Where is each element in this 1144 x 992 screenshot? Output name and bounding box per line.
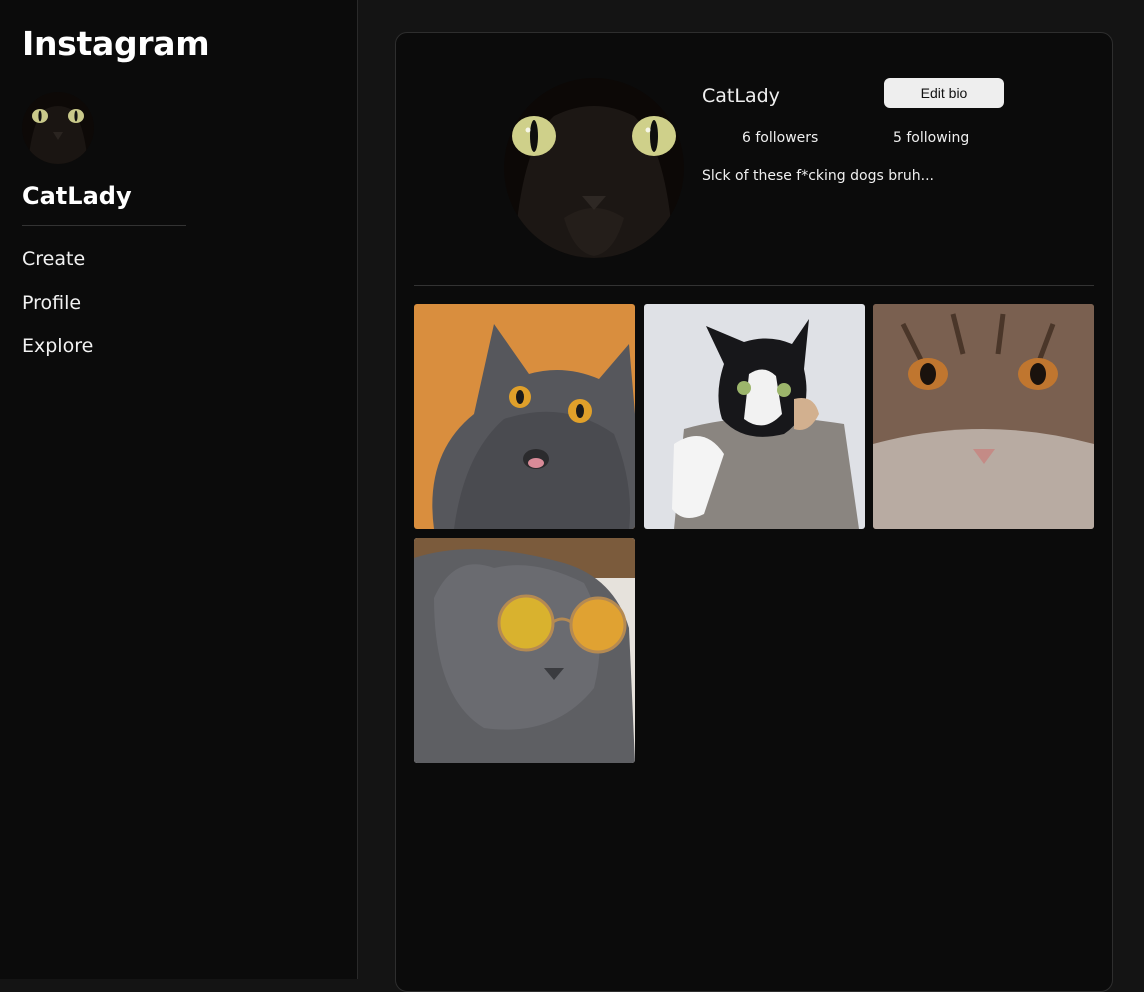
- profile-divider: [414, 285, 1094, 286]
- post-thumbnail[interactable]: [414, 538, 635, 763]
- post-thumbnail[interactable]: [644, 304, 865, 529]
- grey-cat-photo: [414, 304, 635, 529]
- profile-bio: Slck of these f*cking dogs bruh...: [702, 168, 934, 184]
- profile-username: CatLady: [702, 85, 780, 107]
- nav-create[interactable]: Create: [22, 244, 93, 274]
- profile-card: CatLady Edit bio 6 followers 5 following…: [395, 32, 1113, 992]
- post-thumbnail[interactable]: [873, 304, 1094, 529]
- sidebar-username: CatLady: [22, 182, 132, 210]
- black-white-cat-photo: [644, 304, 865, 529]
- nav-explore[interactable]: Explore: [22, 331, 93, 361]
- post-thumbnail[interactable]: [414, 304, 635, 529]
- following-count[interactable]: 5 following: [893, 129, 969, 147]
- black-cat-avatar-image: [504, 78, 684, 258]
- edit-bio-button[interactable]: Edit bio: [884, 78, 1004, 108]
- sidebar-nav: Create Profile Explore: [22, 244, 93, 375]
- cat-with-sunglasses-photo: [414, 538, 635, 763]
- sidebar: Instagram CatLady Create Profile Explore: [0, 0, 358, 979]
- sidebar-divider: [22, 225, 186, 226]
- followers-count[interactable]: 6 followers: [742, 129, 818, 147]
- nav-profile[interactable]: Profile: [22, 288, 93, 318]
- profile-avatar[interactable]: [504, 78, 684, 258]
- tabby-cat-photo: [873, 304, 1094, 529]
- black-cat-avatar-image: [22, 92, 94, 164]
- app-logo[interactable]: Instagram: [22, 22, 210, 66]
- sidebar-avatar[interactable]: [22, 92, 94, 164]
